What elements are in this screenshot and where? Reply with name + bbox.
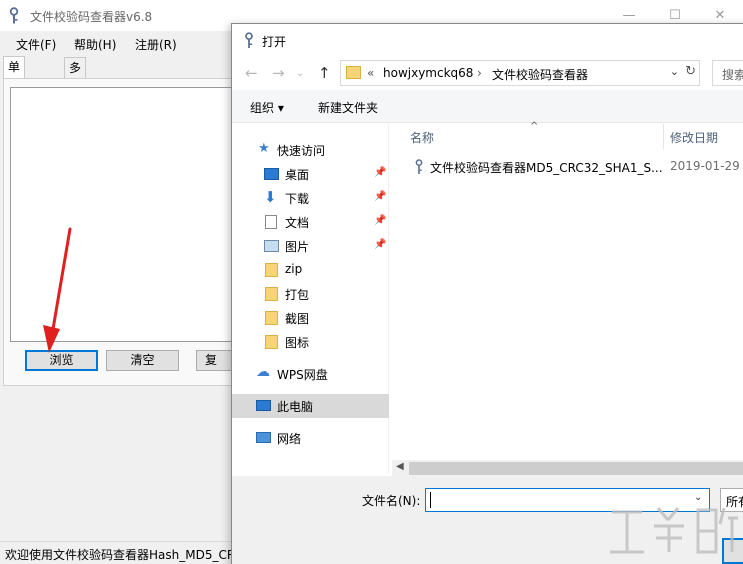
nav-item-package[interactable]: 打包 xyxy=(232,282,389,306)
folder-icon xyxy=(265,287,278,301)
folder-icon xyxy=(265,311,278,325)
pin-icon[interactable]: 📌 xyxy=(374,191,386,202)
annotation-arrow-icon xyxy=(43,227,72,353)
refresh-icon[interactable]: ↻ xyxy=(685,64,696,79)
address-part-user[interactable]: howjxymckq68 xyxy=(383,66,473,80)
scrollbar-thumb[interactable] xyxy=(409,462,743,475)
nav-label: 此电脑 xyxy=(277,400,314,414)
star-icon: ★ xyxy=(258,141,270,156)
file-name: 文件校验码查看器MD5_CRC32_SHA1_S... xyxy=(430,161,663,175)
nav-label: zip xyxy=(285,262,303,276)
pin-icon[interactable]: 📌 xyxy=(374,167,386,178)
nav-item-pictures[interactable]: 图片 📌 xyxy=(232,234,389,258)
up-arrow-icon[interactable]: ↑ xyxy=(318,64,331,82)
nav-label: 文档 xyxy=(285,216,310,230)
cloud-icon: ☁ xyxy=(256,364,270,380)
address-separator: › xyxy=(477,66,482,80)
tab-multiple-files[interactable]: 多个文件 xyxy=(64,57,87,135)
folder-icon xyxy=(265,335,278,349)
folder-icon xyxy=(265,263,278,277)
pin-icon[interactable]: 📌 xyxy=(374,239,386,250)
dialog-title: 打开 xyxy=(262,35,287,49)
nav-label: 网络 xyxy=(277,432,302,446)
key-icon xyxy=(245,32,253,48)
document-icon xyxy=(265,215,277,229)
folder-icon xyxy=(346,66,361,79)
network-icon xyxy=(256,432,271,443)
download-icon: ⬇ xyxy=(264,188,277,206)
tab-single-file[interactable]: 单个文件 xyxy=(3,56,26,134)
organize-button[interactable]: 组织 ▾ xyxy=(250,99,284,116)
search-placeholder: 搜索 xyxy=(722,68,743,82)
nav-item-screenshots[interactable]: 截图 xyxy=(232,306,389,330)
nav-item-documents[interactable]: 文档 📌 xyxy=(232,210,389,234)
status-text: 欢迎使用文件校验码查看器Hash_MD5_CRC xyxy=(5,548,243,562)
address-overflow[interactable]: « xyxy=(367,66,374,80)
pin-icon[interactable]: 📌 xyxy=(374,215,386,226)
file-list-pane: ^ 名称 修改日期 文件校验码查看器MD5_CRC32_SHA1_S... 20… xyxy=(390,121,743,464)
new-folder-button[interactable]: 新建文件夹 xyxy=(318,99,378,116)
menu-register[interactable]: 注册(R) xyxy=(135,36,177,53)
nav-label: 截图 xyxy=(285,312,310,326)
nav-label: 快速访问 xyxy=(277,144,326,158)
address-part-folder[interactable]: 文件校验码查看器 xyxy=(492,66,588,83)
forward-arrow-icon[interactable]: → xyxy=(272,64,285,82)
dialog-titlebar[interactable]: 打开 xyxy=(232,24,743,56)
file-row[interactable]: 文件校验码查看器MD5_CRC32_SHA1_S... 2019-01-29 1 xyxy=(390,157,743,179)
nav-item-network[interactable]: 网络 xyxy=(232,426,389,450)
column-modified-header[interactable]: 修改日期 xyxy=(670,129,718,146)
nav-item-zip[interactable]: zip xyxy=(232,258,389,282)
app-title: 文件校验码查看器v6.8 xyxy=(30,10,153,24)
menu-help[interactable]: 帮助(H) xyxy=(74,36,116,53)
column-name-header[interactable]: 名称 xyxy=(410,129,434,146)
column-header: ^ 名称 修改日期 xyxy=(390,121,743,149)
open-file-dialog: 打开 ← → ⌄ ↑ « howjxymckq68 › 文件校验码查看器 ⌄ ↻… xyxy=(231,23,743,564)
key-icon xyxy=(9,7,19,24)
nav-label: 打包 xyxy=(285,288,310,302)
nav-item-downloads[interactable]: ⬇ 下载 📌 xyxy=(232,186,389,210)
recent-locations-icon[interactable]: ⌄ xyxy=(296,68,304,79)
text-caret xyxy=(430,492,431,508)
nav-item-this-pc[interactable]: 此电脑 xyxy=(232,394,389,418)
nav-item-quick-access[interactable]: ★ 快速访问 xyxy=(232,138,389,162)
picture-icon xyxy=(264,240,279,252)
dialog-navbar: ← → ⌄ ↑ « howjxymckq68 › 文件校验码查看器 ⌄ ↻ 搜索 xyxy=(232,56,743,90)
desktop-icon xyxy=(264,168,279,180)
clear-button[interactable]: 清空 xyxy=(106,350,179,371)
filename-label: 文件名(N): xyxy=(362,494,421,508)
navigation-pane: ★ 快速访问 桌面 📌 ⬇ 下载 📌 文档 📌 图片 📌 zip 打包 截图 图… xyxy=(232,124,389,474)
back-arrow-icon[interactable]: ← xyxy=(245,64,258,82)
watermark-logo xyxy=(610,507,738,554)
nav-item-wps-cloud[interactable]: ☁ WPS网盘 xyxy=(232,362,389,386)
nav-item-icons[interactable]: 图标 xyxy=(232,330,389,354)
sort-ascending-icon: ^ xyxy=(530,121,539,132)
nav-label: 下载 xyxy=(285,192,310,206)
dialog-toolbar: 组织 ▾ 新建文件夹 xyxy=(232,90,743,123)
nav-label: 图标 xyxy=(285,336,310,350)
file-modified: 2019-01-29 1 xyxy=(670,159,743,173)
search-input[interactable]: 搜索 xyxy=(712,60,743,86)
nav-label: 图片 xyxy=(285,240,310,254)
horizontal-scrollbar[interactable]: ◀ xyxy=(392,460,743,477)
chevron-down-icon[interactable]: ⌄ xyxy=(670,65,679,78)
column-divider[interactable] xyxy=(663,124,664,149)
nav-label: WPS网盘 xyxy=(277,368,328,382)
address-bar[interactable]: « howjxymckq68 › 文件校验码查看器 ⌄ ↻ xyxy=(340,60,700,86)
nav-item-desktop[interactable]: 桌面 📌 xyxy=(232,162,389,186)
menu-file[interactable]: 文件(F) xyxy=(16,36,56,53)
nav-label: 桌面 xyxy=(285,168,310,182)
computer-icon xyxy=(256,400,271,411)
scroll-left-icon[interactable]: ◀ xyxy=(396,461,404,472)
key-icon xyxy=(415,159,423,174)
